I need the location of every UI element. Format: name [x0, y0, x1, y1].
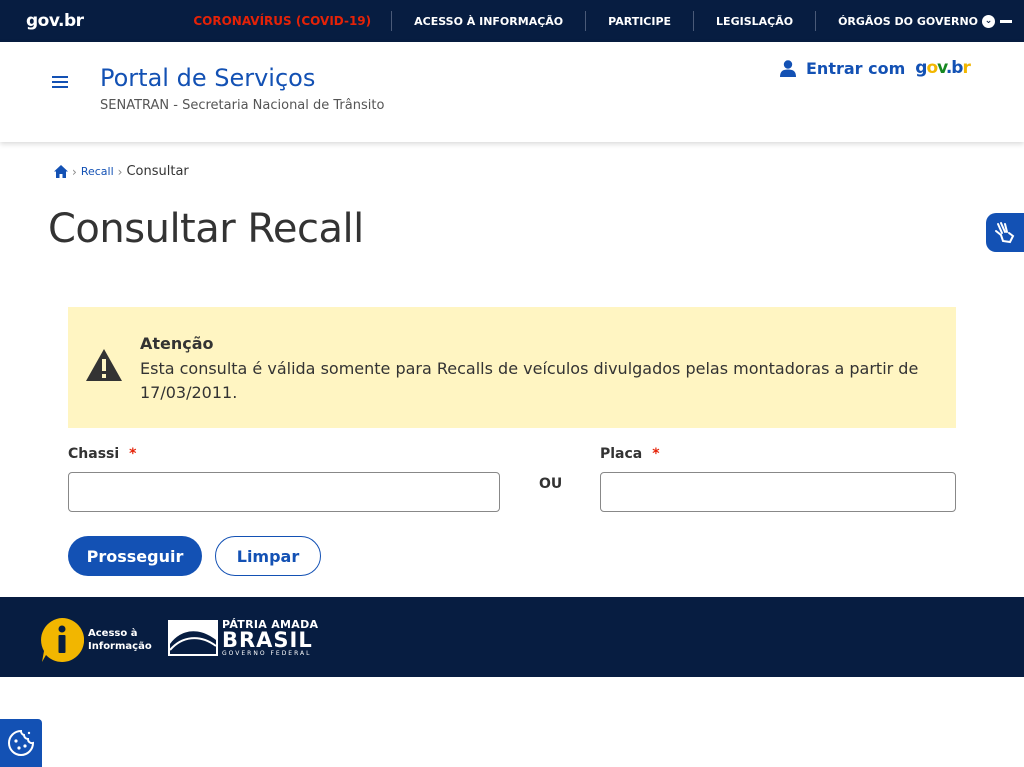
covid-link[interactable]: CORONAVÍRUS (COVID-19) [171, 11, 391, 31]
alert-title: Atenção [140, 334, 214, 353]
gov-links: CORONAVÍRUS (COVID-19) ACESSO À INFORMAÇ… [171, 0, 1012, 42]
govbr-logo[interactable]: gov.br [26, 11, 84, 31]
chevron-down-icon: ⌄ [982, 14, 995, 28]
login-label: Entrar com [806, 58, 906, 78]
limpar-button[interactable]: Limpar [215, 536, 321, 576]
acesso-informacao-footer-link[interactable]: Acesso à Informação [40, 618, 152, 662]
warning-icon [86, 349, 122, 381]
acesso-line1: Acesso à [88, 628, 138, 639]
acesso-informacao-link[interactable]: ACESSO À INFORMAÇÃO [392, 11, 585, 31]
patria-line3: GOVERNO FEDERAL [222, 650, 312, 657]
patria-line2: BRASIL [222, 628, 313, 652]
gov-top-bar: gov.br CORONAVÍRUS (COVID-19) ACESSO À I… [0, 0, 1024, 42]
orgaos-governo-link[interactable]: ÓRGÃOS DO GOVERNO ⌄ [816, 11, 1012, 31]
site-subtitle: SENATRAN - Secretaria Nacional de Trânsi… [100, 98, 385, 113]
placa-label: Placa * [600, 446, 660, 462]
chevron-right-icon: › [117, 164, 123, 179]
cookie-settings-button[interactable] [0, 719, 42, 767]
legislacao-link[interactable]: LEGISLAÇÃO [694, 11, 815, 31]
footer: Acesso à Informação PÁTRIA AMADA BRASIL … [0, 597, 1024, 677]
govbr-brand-logo: gov.br [915, 58, 971, 78]
prosseguir-button[interactable]: Prosseguir [68, 536, 202, 576]
required-mark: * [652, 446, 660, 462]
info-icon [41, 618, 84, 662]
chassi-label: Chassi * [68, 446, 136, 462]
or-label: OU [539, 476, 563, 492]
patria-text: PÁTRIA AMADA BRASIL GOVERNO FEDERAL [222, 619, 318, 657]
breadcrumb-recall[interactable]: Recall [81, 165, 114, 178]
placa-input[interactable] [600, 472, 956, 512]
home-icon[interactable] [54, 165, 68, 178]
user-icon [780, 59, 796, 77]
site-title[interactable]: Portal de Serviços [100, 64, 315, 92]
site-header: Portal de Serviços SENATRAN - Secretaria… [0, 42, 1024, 142]
login-button[interactable]: Entrar com gov.br [780, 58, 971, 78]
brasil-flag-icon [168, 620, 218, 656]
required-mark: * [129, 446, 137, 462]
breadcrumb-current: Consultar [126, 164, 189, 179]
menu-icon[interactable] [52, 76, 68, 90]
cookie-icon [8, 729, 35, 756]
chassi-label-text: Chassi [68, 446, 120, 462]
acesso-line2: Informação [88, 641, 152, 652]
chassi-input[interactable] [68, 472, 500, 512]
libras-hand-icon [995, 221, 1015, 243]
dash-icon [1000, 19, 1012, 23]
page-title: Consultar Recall [48, 206, 364, 252]
patria-amada-brasil-logo: PÁTRIA AMADA BRASIL GOVERNO FEDERAL [168, 619, 318, 657]
participe-link[interactable]: PARTICIPE [586, 11, 693, 31]
breadcrumb: › Recall › Consultar [54, 164, 189, 179]
acesso-informacao-text: Acesso à Informação [88, 627, 152, 653]
orgaos-label: ÓRGÃOS DO GOVERNO [838, 14, 978, 28]
warning-alert: Atenção Esta consulta é válida somente p… [68, 307, 956, 428]
chevron-right-icon: › [72, 164, 77, 179]
alert-text: Esta consulta é válida somente para Reca… [140, 359, 919, 402]
placa-label-text: Placa [600, 446, 643, 462]
vlibras-button[interactable] [986, 213, 1024, 252]
